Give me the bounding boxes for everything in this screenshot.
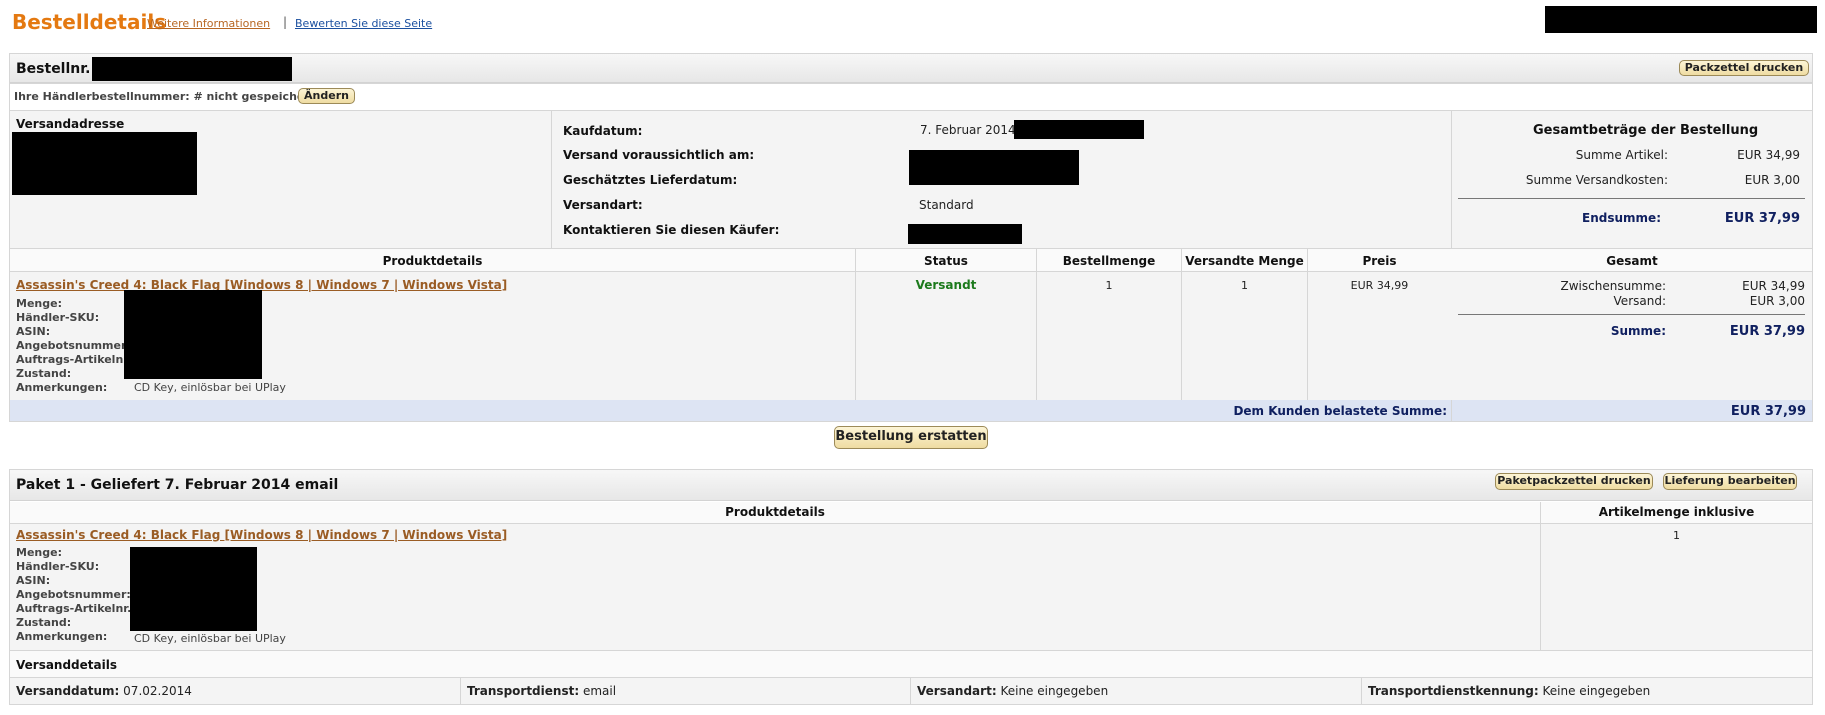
- row-sum-label: Summe:: [1610, 324, 1666, 338]
- row-sum-value: EUR 37,99: [1729, 324, 1805, 339]
- col-status: Status: [924, 254, 968, 268]
- redacted-ship-dates: [909, 150, 1079, 185]
- col-shipped-qty: Versandte Menge: [1185, 254, 1304, 268]
- row-shipping-label: Versand:: [1613, 294, 1666, 308]
- redacted-time: [1014, 120, 1144, 139]
- shipped-qty-value: 1: [1241, 279, 1248, 292]
- header-separator: |: [283, 15, 288, 29]
- grand-total-value: EUR 37,99: [1724, 211, 1800, 226]
- subtotal-value: EUR 34,99: [1742, 279, 1805, 293]
- shipping-details-header: [10, 651, 1812, 677]
- purchase-date-label: Kaufdatum:: [563, 124, 643, 138]
- shipping-details-label: Versanddetails: [16, 658, 117, 672]
- order-totals-title: Gesamtbeträge der Bestellung: [1533, 123, 1759, 138]
- contact-buyer-label: Kontaktieren Sie diesen Käufer:: [563, 223, 780, 237]
- merchant-order-number-text: Ihre Händlerbestellnummer: # nicht gespe…: [14, 90, 316, 103]
- rate-page-link[interactable]: Bewerten Sie diese Seite: [295, 17, 432, 30]
- product-note: CD Key, einlösbar bei UPlay: [134, 381, 286, 394]
- redacted-order-number: [92, 57, 292, 81]
- ship-expected-label: Versand voraussichtlich am:: [563, 148, 755, 162]
- grand-total-label: Endsumme:: [1582, 211, 1661, 225]
- col-total: Gesamt: [1606, 254, 1658, 268]
- print-package-slip-button[interactable]: Paketpackzettel drucken: [1495, 473, 1653, 490]
- package-product-note: CD Key, einlösbar bei UPlay: [134, 632, 286, 645]
- charged-sum-bar: [10, 400, 1812, 421]
- ship-method-cell: Versandart: Keine eingegeben: [917, 684, 1109, 698]
- pkg-col-product-details: Produktdetails: [725, 505, 825, 519]
- edit-shipment-button[interactable]: Lieferung bearbeiten: [1663, 473, 1797, 490]
- pkg-col-included-qty: Artikelmenge inklusive: [1598, 505, 1755, 519]
- items-total-value: EUR 34,99: [1737, 148, 1800, 162]
- package-included-qty: 1: [1673, 529, 1680, 542]
- redacted-product-details: [124, 290, 262, 379]
- package-product-link[interactable]: Assassin's Creed 4: Black Flag [Windows …: [16, 528, 507, 542]
- order-number-label: Bestellnr.:: [16, 61, 97, 77]
- col-product-details: Produktdetails: [382, 254, 483, 268]
- row-shipping-value: EUR 3,00: [1749, 294, 1805, 308]
- shipping-total-label: Summe Versandkosten:: [1525, 173, 1668, 187]
- purchase-date-value: 7. Februar 2014: [920, 123, 1016, 137]
- package-title: Paket 1 - Geliefert 7. Februar 2014 emai…: [16, 477, 339, 493]
- ship-date-cell: Versanddatum: 07.02.2014: [16, 684, 192, 698]
- shipping-method-label: Versandart:: [563, 198, 643, 212]
- redacted-buyer-contact[interactable]: [908, 224, 1022, 244]
- shipping-total-value: EUR 3,00: [1744, 173, 1800, 187]
- print-packing-slip-button[interactable]: Packzettel drucken: [1679, 60, 1809, 76]
- shipping-method-value: Standard: [919, 198, 974, 212]
- product-detail-labels: Menge: Händler-SKU: ASIN: Angebotsnummer…: [16, 297, 136, 394]
- charged-sum-value: EUR 37,99: [1730, 404, 1806, 419]
- col-price: Preis: [1362, 254, 1397, 268]
- redacted-address: [12, 132, 197, 195]
- more-info-link[interactable]: Weitere Informationen: [147, 17, 270, 30]
- charged-sum-label: Dem Kunden belastete Summe:: [1233, 404, 1447, 418]
- refund-order-button[interactable]: Bestellung erstatten: [834, 426, 988, 449]
- change-merchant-order-button[interactable]: Ändern: [298, 88, 355, 104]
- package-product-detail-labels: Menge: Händler-SKU: ASIN: Angebotsnummer…: [16, 546, 136, 643]
- delivery-estimate-label: Geschätztes Lieferdatum:: [563, 173, 738, 187]
- shipping-address-label: Versandadresse: [16, 117, 125, 131]
- tracking-id-cell: Transportdienstkennung: Keine eingegeben: [1368, 684, 1651, 698]
- subtotal-label: Zwischensumme:: [1560, 279, 1666, 293]
- items-total-label: Summe Artikel:: [1575, 148, 1668, 162]
- col-ordered-qty: Bestellmenge: [1062, 254, 1156, 268]
- status-badge: Versandt: [915, 278, 977, 292]
- page-title: Bestelldetails: [12, 10, 167, 34]
- ordered-qty-value: 1: [1105, 279, 1113, 292]
- redacted-package-product-details: [130, 547, 257, 631]
- carrier-cell: Transportdienst: email: [467, 684, 617, 698]
- price-value: EUR 34,99: [1350, 279, 1409, 292]
- redacted-block: [1545, 6, 1817, 33]
